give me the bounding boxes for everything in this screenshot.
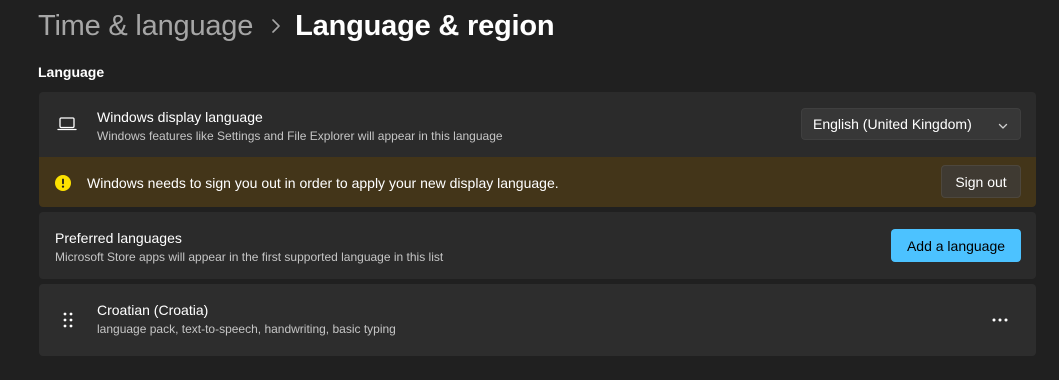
more-options-button[interactable] [983, 306, 1017, 334]
chevron-down-icon [998, 118, 1008, 134]
preferred-languages-subtitle: Microsoft Store apps will appear in the … [55, 250, 444, 264]
sign-out-warning-bar: Windows needs to sign you out in order t… [39, 157, 1036, 207]
page-title: Language & region [295, 9, 555, 42]
section-title-language: Language [38, 64, 105, 80]
drag-handle-icon[interactable] [59, 310, 77, 330]
language-name: Croatian (Croatia) [97, 302, 209, 318]
laptop-icon [56, 114, 78, 134]
breadcrumb-parent[interactable]: Time & language [38, 10, 253, 43]
preferred-languages-card: Preferred languages Microsoft Store apps… [39, 212, 1036, 279]
warning-message: Windows needs to sign you out in order t… [87, 175, 559, 191]
display-language-dropdown[interactable]: English (United Kingdom) [801, 108, 1021, 140]
language-region-page: Time & language Language & region Langua… [0, 0, 1059, 380]
language-list-item[interactable]: Croatian (Croatia) language pack, text-t… [39, 284, 1036, 356]
warning-icon [54, 174, 72, 192]
display-language-subtitle: Windows features like Settings and File … [97, 129, 503, 143]
chevron-right-icon [271, 19, 281, 33]
display-language-card: Windows display language Windows feature… [39, 92, 1036, 157]
more-icon [992, 318, 1008, 322]
language-features: language pack, text-to-speech, handwriti… [97, 322, 396, 336]
display-language-title: Windows display language [97, 109, 263, 125]
display-language-selected: English (United Kingdom) [813, 116, 972, 132]
add-language-button[interactable]: Add a language [891, 229, 1021, 262]
sign-out-button[interactable]: Sign out [941, 165, 1021, 198]
breadcrumb: Time & language Language & region [38, 6, 555, 46]
preferred-languages-title: Preferred languages [55, 230, 182, 246]
